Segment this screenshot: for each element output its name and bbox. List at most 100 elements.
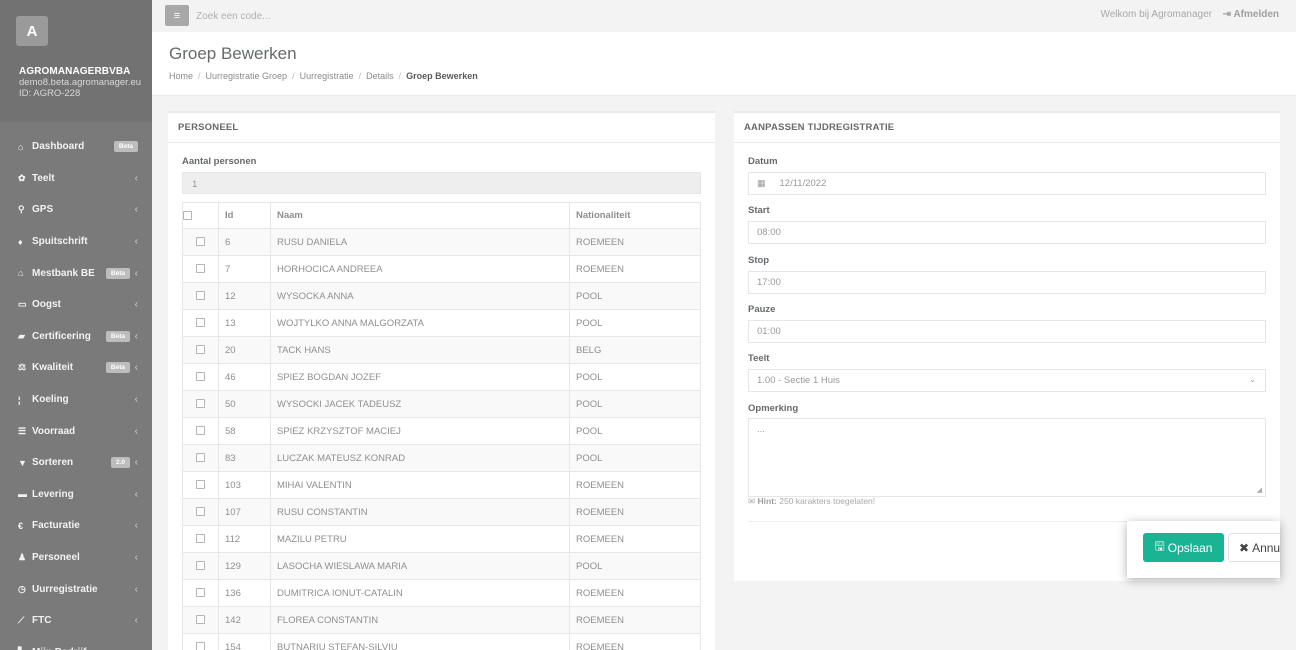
logout-link[interactable]: ⇥ Afmelden bbox=[1223, 9, 1279, 20]
teelt-label: Teelt bbox=[748, 353, 770, 364]
row-checkbox[interactable] bbox=[196, 642, 205, 650]
status-badge: Bèta bbox=[105, 330, 130, 342]
row-select-cell bbox=[182, 390, 219, 418]
row-checkbox[interactable] bbox=[196, 453, 205, 463]
start-field[interactable]: 08:00 bbox=[748, 221, 1266, 244]
cell-nationaliteit: POOL bbox=[569, 282, 701, 310]
sidebar-item-mestbank-be[interactable]: ⌂ Mestbank BE Bèta ‹ bbox=[0, 257, 152, 289]
row-checkbox[interactable] bbox=[196, 480, 205, 490]
sidebar-item-levering[interactable]: ▬ Levering ‹ bbox=[0, 479, 152, 511]
table-row[interactable]: 46 SPIEZ BOGDAN JOZEF POOL bbox=[182, 363, 701, 391]
datum-field[interactable]: ▦ 12/11/2022 bbox=[748, 172, 1266, 195]
chevron-left-icon: ‹ bbox=[134, 236, 138, 248]
column-header-id[interactable]: Id bbox=[218, 202, 271, 229]
save-button[interactable]: 🖫 Opslaan bbox=[1143, 533, 1224, 562]
filter-icon: ▼ bbox=[18, 457, 27, 468]
row-select-cell bbox=[182, 471, 219, 499]
table-row[interactable]: 112 MAZILU PETRU ROEMEEN bbox=[182, 525, 701, 553]
balance-scale-icon: ⚖ bbox=[18, 362, 27, 373]
table-row[interactable]: 12 WYSOCKA ANNA POOL bbox=[182, 282, 701, 310]
cancel-button[interactable]: ✖Annuleren bbox=[1228, 533, 1280, 562]
cell-id: 7 bbox=[218, 255, 271, 283]
opmerking-textarea[interactable]: ... ◢ bbox=[748, 418, 1266, 497]
sidebar-item-sorteren[interactable]: ▼ Sorteren 2.0 ‹ bbox=[0, 447, 152, 479]
row-checkbox[interactable] bbox=[196, 507, 205, 517]
row-checkbox[interactable] bbox=[196, 345, 205, 355]
cell-id: 58 bbox=[218, 417, 271, 445]
sidebar-item-label: Mestbank BE bbox=[32, 267, 95, 279]
select-all-header bbox=[182, 202, 219, 229]
avatar[interactable]: A bbox=[16, 16, 48, 46]
breadcrumb-details[interactable]: Details bbox=[366, 71, 394, 81]
row-checkbox[interactable] bbox=[196, 264, 205, 274]
breadcrumb-home[interactable]: Home bbox=[169, 71, 193, 81]
sidebar-item-oogst[interactable]: ▭ Oogst ‹ bbox=[0, 289, 152, 321]
table-row[interactable]: 13 WOJTYLKO ANNA MALGORZATA POOL bbox=[182, 309, 701, 337]
stop-field[interactable]: 17:00 bbox=[748, 271, 1266, 294]
teelt-select[interactable]: 1.00 - Sectie 1 Huis ⌄ bbox=[748, 369, 1266, 392]
column-header-nationaliteit[interactable]: Nationaliteit bbox=[569, 202, 701, 229]
row-checkbox[interactable] bbox=[196, 399, 205, 409]
sidebar-item-mijn-bedrijf[interactable]: ▙Mijn Bedrijf‹ bbox=[0, 637, 152, 650]
sidebar-item-label: Kwaliteit bbox=[32, 362, 74, 374]
cell-nationaliteit: POOL bbox=[569, 417, 701, 445]
column-header-naam[interactable]: Naam bbox=[270, 202, 570, 229]
breadcrumb-uurregistratie[interactable]: Uurregistratie bbox=[300, 71, 354, 81]
sidebar-item-dashboard[interactable]: ⌂ Dashboard Beta bbox=[0, 131, 152, 163]
sidebar-item-label: Oogst bbox=[32, 299, 61, 311]
list-icon: ☰ bbox=[18, 425, 27, 436]
table-row[interactable]: 6 RUSU DANIELA ROEMEEN bbox=[182, 228, 701, 256]
row-checkbox[interactable] bbox=[196, 372, 205, 382]
sidebar-item-facturatie[interactable]: € Facturatie ‹ bbox=[0, 510, 152, 542]
cell-naam: SPIEZ BOGDAN JOZEF bbox=[270, 363, 570, 391]
table-row[interactable]: 50 WYSOCKI JACEK TADEUSZ POOL bbox=[182, 390, 701, 418]
hint-message: 250 karakters toegelaten! bbox=[776, 496, 876, 506]
table-row[interactable]: 20 TACK HANS BELG bbox=[182, 336, 701, 364]
company-id: ID: AGRO-228 bbox=[19, 88, 81, 99]
basket-icon: ▭ bbox=[18, 299, 27, 310]
sidebar-item-gps[interactable]: ⚲ GPS ‹ bbox=[0, 194, 152, 226]
sidebar-item-spuitschrift[interactable]: ♦ Spuitschrift ‹ bbox=[0, 226, 152, 258]
sidebar-item-teelt[interactable]: ✿ Teelt ‹ bbox=[0, 163, 152, 195]
row-select-cell bbox=[182, 633, 219, 650]
select-all-checkbox[interactable] bbox=[183, 210, 192, 220]
cell-nationaliteit: POOL bbox=[569, 552, 701, 580]
sidebar-item-label: Facturatie bbox=[32, 520, 80, 532]
search-input[interactable] bbox=[196, 7, 496, 25]
row-select-cell bbox=[182, 525, 219, 553]
table-row[interactable]: 129 LASOCHA WIESLAWA MARIA POOL bbox=[182, 552, 701, 580]
hint-label: Hint: bbox=[757, 496, 777, 506]
resize-handle-icon[interactable]: ◢ bbox=[1257, 486, 1262, 494]
table-row[interactable]: 58 SPIEZ KRZYSZTOF MACIEJ POOL bbox=[182, 417, 701, 445]
table-row[interactable]: 7 HORHOCICA ANDREEA ROEMEEN bbox=[182, 255, 701, 283]
row-checkbox[interactable] bbox=[196, 291, 205, 301]
sidebar-item-kwaliteit[interactable]: ⚖ Kwaliteit Bèta ‹ bbox=[0, 352, 152, 384]
row-checkbox[interactable] bbox=[196, 426, 205, 436]
pauze-field[interactable]: 01:00 bbox=[748, 320, 1266, 343]
sidebar-item-personeel[interactable]: ♟ Personeel ‹ bbox=[0, 542, 152, 574]
table-row[interactable]: 136 DUMITRICA IONUT-CATALIN ROEMEEN bbox=[182, 579, 701, 607]
sidebar-item-ftc[interactable]: ⟋ FTC ‹ bbox=[0, 605, 152, 637]
table-row[interactable]: 83 LUCZAK MATEUSZ KONRAD POOL bbox=[182, 444, 701, 472]
cell-nationaliteit: ROEMEEN bbox=[569, 228, 701, 256]
row-checkbox[interactable] bbox=[196, 237, 205, 247]
row-checkbox[interactable] bbox=[196, 615, 205, 625]
row-checkbox[interactable] bbox=[196, 588, 205, 598]
welcome-text: Welkom bij Agromanager bbox=[1100, 9, 1212, 20]
sidebar-item-certificering[interactable]: ▰ Certificering Bèta ‹ bbox=[0, 321, 152, 353]
menu-toggle-button[interactable]: ≡ bbox=[165, 5, 189, 26]
row-checkbox[interactable] bbox=[196, 534, 205, 544]
sidebar-item-voorraad[interactable]: ☰ Voorraad ‹ bbox=[0, 415, 152, 447]
breadcrumb-uurregistratie-groep[interactable]: Uurregistratie Groep bbox=[206, 71, 288, 81]
sidebar-item-koeling[interactable]: ¦ Koeling ‹ bbox=[0, 384, 152, 416]
cell-id: 50 bbox=[218, 390, 271, 418]
table-row[interactable]: 107 RUSU CONSTANTIN ROEMEEN bbox=[182, 498, 701, 526]
sidebar-item-uurregistratie[interactable]: ◷ Uurregistratie ‹ bbox=[0, 573, 152, 605]
table-row[interactable]: 142 FLOREA CONSTANTIN ROEMEEN bbox=[182, 606, 701, 634]
row-checkbox[interactable] bbox=[196, 318, 205, 328]
status-badge: 2.0 bbox=[110, 457, 130, 469]
book-icon: ▰ bbox=[18, 330, 25, 341]
row-checkbox[interactable] bbox=[196, 561, 205, 571]
table-row[interactable]: 154 BUTNARIU STEFAN-SILVIU ROEMEEN bbox=[182, 633, 701, 650]
table-row[interactable]: 103 MIHAI VALENTIN ROEMEEN bbox=[182, 471, 701, 499]
